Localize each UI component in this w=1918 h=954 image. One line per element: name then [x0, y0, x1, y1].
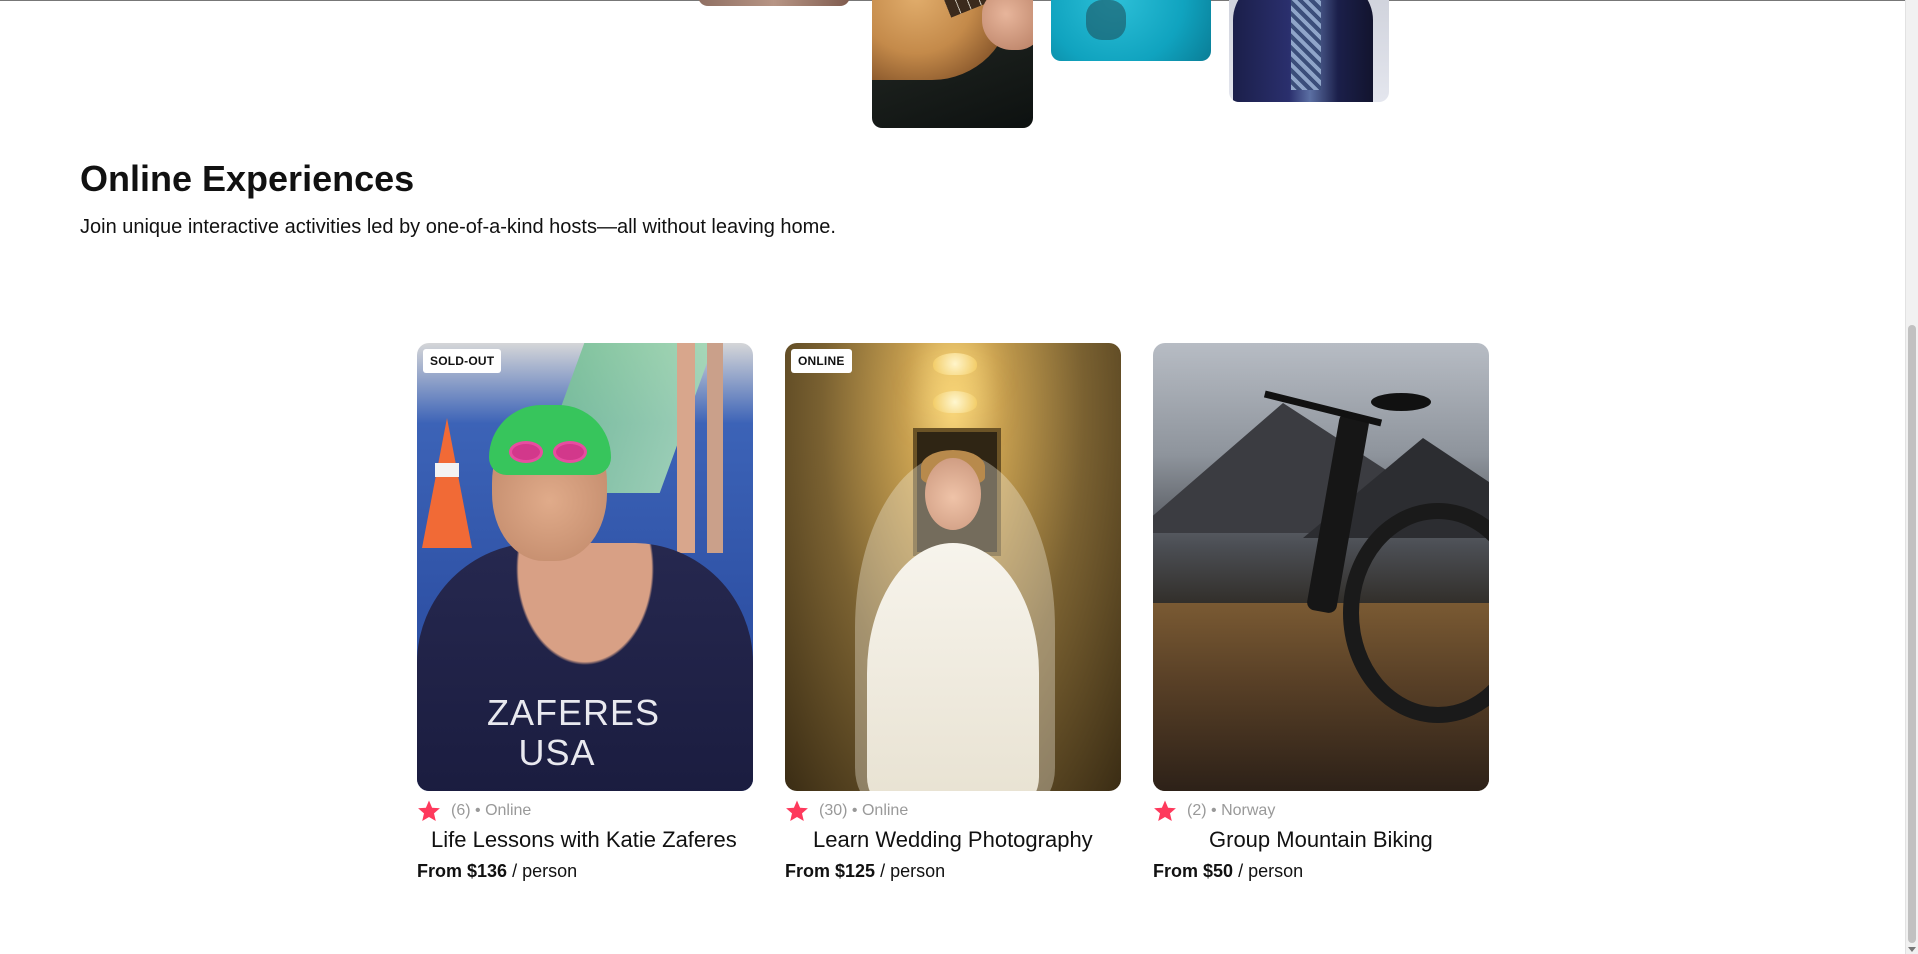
- suit-text-name: ZAFERES: [487, 692, 661, 733]
- price-unit: / person: [880, 861, 946, 881]
- experience-card[interactable]: ONLINE (30) • Online Learn Wedding Photo…: [785, 343, 1121, 883]
- card-title[interactable]: Learn Wedding Photography: [813, 826, 1121, 854]
- shirt: [1291, 0, 1321, 90]
- card-photo-swimmer[interactable]: ZAFERES USA SOLD-OUT: [417, 343, 753, 791]
- card-price: From $125 / person: [785, 859, 1121, 883]
- card-price: From $136 / person: [417, 859, 753, 883]
- location: Online: [485, 802, 532, 819]
- status-badge: SOLD-OUT: [423, 349, 502, 373]
- background-legs: [667, 343, 737, 553]
- hero-photo-turquoise: [1051, 0, 1211, 61]
- goggles: [509, 441, 591, 463]
- vertical-scrollbar[interactable]: [1905, 0, 1918, 954]
- hero-photo-person: [1229, 0, 1389, 102]
- cone-band: [435, 463, 459, 477]
- card-photo-mountain-bike[interactable]: [1153, 343, 1489, 791]
- card-meta: (30) • Online: [785, 799, 1121, 823]
- experience-card[interactable]: (2) • Norway Group Mountain Biking From …: [1153, 343, 1489, 883]
- star-icon: [418, 800, 440, 821]
- status-badge: ONLINE: [791, 349, 852, 373]
- card-price: From $50 / person: [1153, 859, 1489, 883]
- meta-separator: •: [475, 802, 481, 819]
- location: Norway: [1221, 802, 1276, 819]
- experience-card[interactable]: ZAFERES USA SOLD-OUT (6) • Online Life L…: [417, 343, 753, 883]
- scrollbar-thumb[interactable]: [1908, 325, 1916, 943]
- section-title: Online Experiences: [80, 158, 415, 199]
- experience-cards: ZAFERES USA SOLD-OUT (6) • Online Life L…: [417, 343, 1489, 883]
- star-icon: [786, 800, 808, 821]
- card-title[interactable]: Group Mountain Biking: [1209, 826, 1489, 854]
- wedding-dress: [867, 543, 1039, 791]
- price-unit: / person: [512, 861, 578, 881]
- rating-count: (6): [451, 802, 471, 819]
- location: Online: [861, 802, 909, 819]
- ceiling-lamp: [933, 353, 977, 375]
- hero-photo-guitar: [872, 0, 1033, 128]
- bike-seat: [1371, 393, 1431, 411]
- price-from: From $125: [785, 861, 876, 881]
- card-meta: (2) • Norway: [1153, 799, 1489, 823]
- suit-text-country: USA: [518, 732, 596, 773]
- hero-photo-portrait: [698, 0, 850, 6]
- price-from: From $50: [1153, 861, 1234, 881]
- suit-lettering: ZAFERES USA: [487, 692, 661, 773]
- section-subtitle: Join unique interactive activities led b…: [80, 216, 836, 238]
- scroll-down-arrow-icon[interactable]: [1908, 947, 1916, 952]
- card-title[interactable]: Life Lessons with Katie Zaferes: [431, 826, 753, 854]
- price-from: From $136: [417, 861, 508, 881]
- meta-separator: •: [851, 802, 858, 819]
- card-meta: (6) • Online: [417, 799, 753, 823]
- card-photo-bride[interactable]: ONLINE: [785, 343, 1121, 791]
- face: [925, 458, 981, 530]
- rating-count: (30): [819, 802, 848, 819]
- traffic-cone: [422, 418, 472, 548]
- meta-separator: •: [1211, 802, 1217, 819]
- rating-count: (2): [1187, 802, 1207, 819]
- photo-detail: [1086, 0, 1126, 40]
- star-icon: [1154, 800, 1176, 821]
- ceiling-lamp: [933, 391, 977, 413]
- price-unit: / person: [1238, 861, 1304, 881]
